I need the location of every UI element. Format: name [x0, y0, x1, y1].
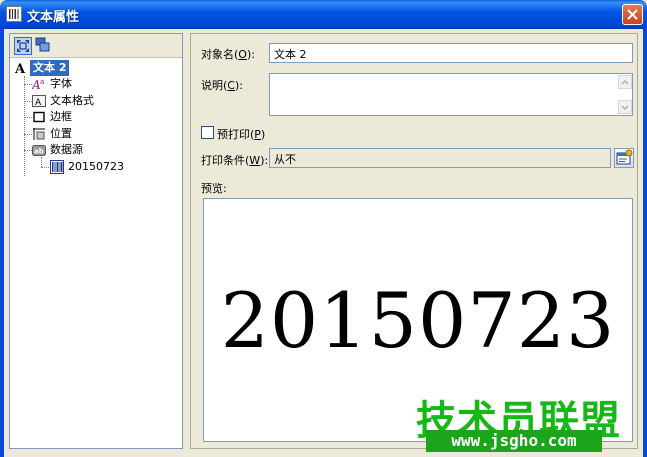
object-name-input[interactable]: 文本 2 — [269, 43, 633, 63]
window-frame-right — [643, 29, 647, 457]
app-icon — [6, 6, 22, 22]
scroll-up-button[interactable] — [618, 75, 632, 89]
preprint-label: 预打印(P) — [217, 128, 266, 141]
text-format-icon: A — [32, 94, 46, 108]
edit-condition-icon — [616, 149, 633, 165]
print-condition-edit-button[interactable] — [614, 148, 634, 168]
datasource-icon: ab — [32, 143, 46, 157]
chevron-up-icon — [621, 79, 629, 85]
property-tree-panel: A 文本 2 Aa 字体 A 文本格式 边框 位置 ab 数据源 2015072… — [9, 33, 183, 449]
description-textarea[interactable] — [269, 73, 633, 116]
window-frame-left — [0, 29, 4, 457]
tree-item-label: 文本格式 — [50, 94, 94, 107]
svg-text:ab: ab — [34, 148, 44, 156]
chevron-down-icon — [621, 105, 629, 111]
title-bar: 文本属性 — [0, 0, 647, 29]
tree-item-label: 20150723 — [68, 160, 124, 173]
expand-icon — [17, 40, 29, 52]
preview-label: 预览: — [201, 182, 227, 195]
svg-text:A: A — [35, 98, 42, 108]
layers-icon — [35, 37, 50, 52]
object-name-label: 对象名(O): — [201, 48, 255, 61]
position-icon — [32, 127, 46, 141]
tree-item-label: 边框 — [50, 110, 72, 123]
close-button[interactable] — [622, 4, 643, 25]
window-title: 文本属性 — [27, 10, 80, 25]
collapse-all-button[interactable] — [35, 37, 53, 55]
font-icon: Aa — [31, 77, 46, 92]
description-label: 说明(C): — [201, 79, 243, 92]
tree-item-label: 位置 — [50, 127, 72, 140]
tree-item-label: 数据源 — [50, 143, 83, 156]
print-condition-label: 打印条件(W): — [201, 154, 269, 167]
properties-panel: 对象名(O): 文本 2 说明(C): 预打印(P) 打印条件(W): 从不 预… — [190, 33, 638, 449]
scroll-down-button[interactable] — [618, 100, 632, 114]
property-tree: A 文本 2 Aa 字体 A 文本格式 边框 位置 ab 数据源 2015072… — [10, 60, 182, 448]
text-icon: A — [14, 61, 28, 77]
watermark-url: www.jsgho.com — [426, 430, 602, 452]
preprint-checkbox[interactable] — [201, 126, 214, 139]
tree-item-label: 文本 2 — [30, 60, 70, 76]
close-icon — [627, 9, 638, 20]
border-icon — [32, 110, 46, 124]
expand-all-button[interactable] — [14, 37, 32, 55]
svg-text:a: a — [40, 78, 44, 86]
tree-toolbar — [10, 34, 182, 58]
tree-item-label: 字体 — [50, 77, 72, 90]
barcode-icon — [50, 160, 64, 174]
print-condition-field: 从不 — [269, 148, 611, 168]
svg-text:A: A — [14, 62, 26, 75]
text-properties-dialog: 文本属性 A 文本 2 A a 字体 A 文本格式 边框 位置 ab 数据源 2… — [0, 0, 647, 457]
